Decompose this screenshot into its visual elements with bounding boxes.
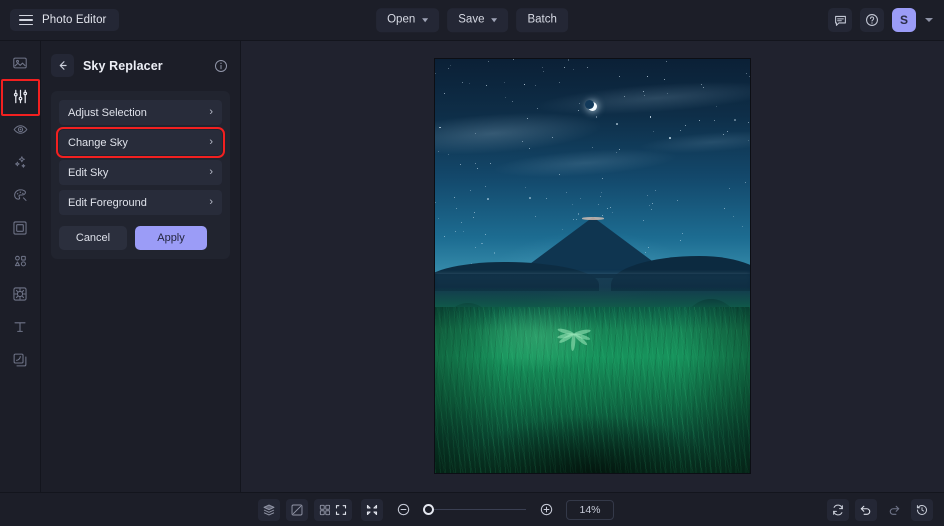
sidebar-item-layers[interactable] (5, 348, 35, 372)
apply-button[interactable]: Apply (135, 226, 207, 250)
zoom-level-input[interactable]: 14% (566, 500, 614, 520)
option-edit-sky[interactable]: Edit Sky › (59, 160, 222, 185)
chevron-down-icon (422, 18, 428, 22)
photo-editor-app: Photo Editor Open Save Batch (0, 0, 944, 526)
save-button[interactable]: Save (447, 8, 508, 32)
editor-body: Sky Replacer Adjust Selection › Change S… (0, 41, 944, 492)
photo-canvas[interactable] (434, 58, 751, 474)
panel-header: Sky Replacer (51, 51, 230, 80)
sidebar-item-color[interactable] (5, 183, 35, 207)
undo-icon[interactable] (855, 499, 877, 521)
grass-fade (435, 287, 750, 308)
avatar[interactable]: S (892, 8, 916, 32)
help-icon[interactable] (860, 8, 884, 32)
back-arrow-icon[interactable] (51, 54, 74, 77)
option-label: Edit Sky (68, 167, 108, 179)
hamburger-icon (19, 15, 33, 26)
sidebar-item-text[interactable] (5, 315, 35, 339)
history-icon[interactable] (911, 499, 933, 521)
star-dot (488, 61, 489, 62)
zoom-slider[interactable] (423, 504, 526, 516)
reset-icon[interactable] (827, 499, 849, 521)
sidebar-item-frame[interactable] (5, 216, 35, 240)
chevron-down-icon (491, 18, 497, 22)
app-menu-button[interactable]: Photo Editor (10, 9, 119, 31)
zoom-slider-track (428, 509, 526, 511)
star-dot (448, 68, 449, 69)
option-label: Adjust Selection (68, 107, 147, 119)
history-actions-group (827, 499, 933, 521)
sidebar-item-focus[interactable] (5, 282, 35, 306)
layers-stack-icon[interactable] (258, 499, 280, 521)
sidebar-item-shapes[interactable] (5, 249, 35, 273)
option-adjust-selection[interactable]: Adjust Selection › (59, 100, 222, 125)
chevron-right-icon: › (209, 107, 213, 118)
option-label: Edit Foreground (68, 197, 147, 209)
mountain-summit-highlight (582, 217, 604, 220)
fit-screen-icon[interactable] (330, 499, 352, 521)
chevron-right-icon: › (209, 137, 213, 148)
star-dot (435, 73, 436, 74)
batch-button-label: Batch (527, 14, 556, 26)
file-actions-group: Open Save Batch (376, 8, 568, 32)
top-toolbar: Photo Editor Open Save Batch (0, 0, 944, 41)
palm-leaves-shape (552, 314, 600, 336)
sky-replacer-panel: Sky Replacer Adjust Selection › Change S… (41, 41, 241, 492)
compare-icon[interactable] (286, 499, 308, 521)
tool-rail (0, 41, 41, 492)
info-icon[interactable] (214, 59, 228, 73)
sky-replacer-options-card: Adjust Selection › Change Sky › Edit Sky… (51, 91, 230, 259)
open-button[interactable]: Open (376, 8, 439, 32)
app-title: Photo Editor (42, 14, 107, 26)
open-button-label: Open (387, 14, 415, 26)
bottom-toolbar: 14% (0, 492, 944, 526)
zoom-controls-group: 14% (330, 499, 614, 521)
option-label: Change Sky (68, 137, 128, 149)
chevron-right-icon: › (209, 197, 213, 208)
account-chevron-down-icon[interactable] (925, 18, 933, 22)
sidebar-item-image[interactable] (5, 51, 35, 75)
sidebar-item-adjust[interactable] (5, 84, 35, 108)
canvas-area[interactable] (241, 41, 944, 492)
actual-size-icon[interactable] (361, 499, 383, 521)
star-dot (542, 67, 543, 68)
account-actions-group: S (828, 8, 933, 32)
option-edit-foreground[interactable]: Edit Foreground › (59, 190, 222, 215)
chevron-right-icon: › (209, 167, 213, 178)
comment-icon[interactable] (828, 8, 852, 32)
view-tools-group (258, 499, 336, 521)
redo-icon[interactable] (883, 499, 905, 521)
panel-actions: Cancel Apply (59, 226, 222, 250)
sidebar-item-effects[interactable] (5, 150, 35, 174)
star-dot (450, 65, 451, 66)
sidebar-item-retouch[interactable] (5, 117, 35, 141)
star-dot (513, 59, 514, 60)
batch-button[interactable]: Batch (516, 8, 567, 32)
zoom-slider-handle[interactable] (423, 504, 434, 515)
save-button-label: Save (458, 14, 484, 26)
cancel-button[interactable]: Cancel (59, 226, 127, 250)
star-dot (568, 59, 570, 61)
zoom-in-icon[interactable] (535, 499, 557, 521)
option-change-sky[interactable]: Change Sky › (59, 130, 222, 155)
page-title: Sky Replacer (83, 59, 163, 73)
zoom-out-icon[interactable] (392, 499, 414, 521)
